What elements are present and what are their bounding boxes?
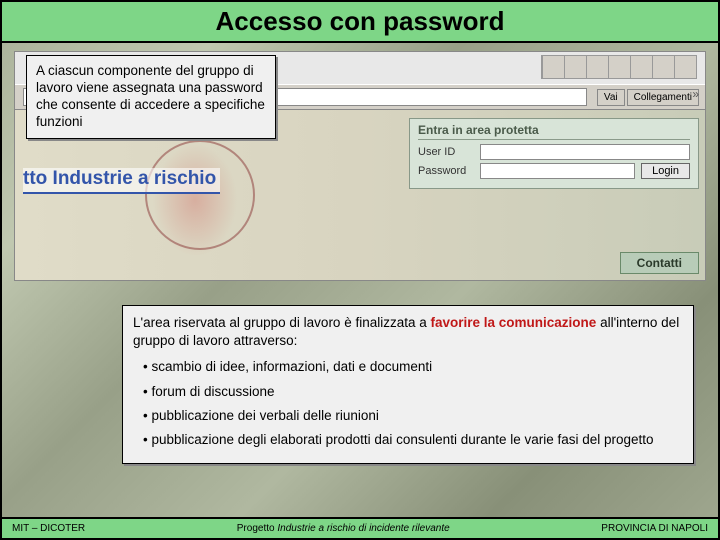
contatti-tab[interactable]: Contatti — [620, 252, 699, 274]
content-area: Vai Collegamenti » tto Industrie a risch… — [2, 43, 718, 523]
toolbar-icon — [564, 56, 586, 78]
bullet-text: forum di discussione — [151, 384, 274, 399]
info2-lead-b: favorire la comunicazione — [431, 315, 597, 330]
site-title: tto Industrie a rischio — [23, 168, 220, 194]
map-risk-circle — [145, 140, 255, 250]
info-box-top: A ciascun componente del gruppo di lavor… — [26, 55, 276, 139]
info2-list: • scambio di idee, informazioni, dati e … — [133, 358, 683, 449]
list-item: • scambio di idee, informazioni, dati e … — [135, 358, 683, 376]
user-row: User ID — [418, 144, 690, 160]
toolbar-icon — [630, 56, 652, 78]
go-button[interactable]: Vai — [597, 89, 625, 106]
toolbar-icon — [652, 56, 674, 78]
bullet-text: scambio di idee, informazioni, dati e do… — [151, 359, 432, 374]
slide: Accesso con password Vai Collegamenti » — [0, 0, 720, 540]
login-panel: Entra in area protetta User ID Password … — [409, 118, 699, 189]
footer: MIT – DICOTER Progetto Industrie a risch… — [2, 517, 718, 538]
footer-center-label: Progetto — [237, 523, 275, 534]
info2-lead: L'area riservata al gruppo di lavoro è f… — [133, 314, 683, 350]
toolbar-icon — [674, 56, 696, 78]
footer-left: MIT – DICOTER — [12, 523, 85, 534]
links-button[interactable]: Collegamenti — [627, 89, 699, 106]
user-input[interactable] — [480, 144, 690, 160]
browser-toolbar — [541, 55, 697, 79]
list-item: • forum di discussione — [135, 383, 683, 401]
list-item: • pubblicazione dei verbali delle riunio… — [135, 407, 683, 425]
bullet-text: pubblicazione dei verbali delle riunioni — [151, 408, 378, 423]
close-icon: » — [692, 87, 699, 101]
info-box-bottom: L'area riservata al gruppo di lavoro è f… — [122, 305, 694, 464]
footer-right: PROVINCIA DI NAPOLI — [601, 523, 708, 534]
footer-center-italic: Industrie a rischio di incidente rilevan… — [277, 523, 449, 534]
list-item: • pubblicazione degli elaborati prodotti… — [135, 431, 683, 449]
toolbar-icon — [586, 56, 608, 78]
login-button[interactable]: Login — [641, 163, 690, 179]
toolbar-icon — [608, 56, 630, 78]
toolbar-icon — [542, 56, 564, 78]
password-label: Password — [418, 165, 480, 177]
password-row: Password Login — [418, 163, 690, 179]
title-bar: Accesso con password — [2, 2, 718, 43]
password-input[interactable] — [480, 163, 635, 179]
footer-center: Progetto Industrie a rischio di incident… — [237, 523, 450, 534]
user-label: User ID — [418, 146, 480, 158]
bullet-text: pubblicazione degli elaborati prodotti d… — [151, 432, 653, 447]
login-header: Entra in area protetta — [418, 123, 690, 140]
page-title: Accesso con password — [2, 6, 718, 37]
info2-lead-a: L'area riservata al gruppo di lavoro è f… — [133, 315, 431, 330]
